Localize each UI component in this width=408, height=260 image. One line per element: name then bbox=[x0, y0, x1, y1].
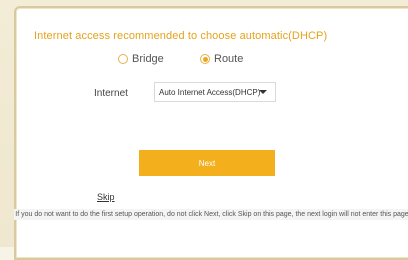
bridge-radio[interactable]: Bridge bbox=[118, 53, 164, 65]
next-button[interactable]: Next bbox=[139, 150, 275, 176]
bridge-radio-circle-icon bbox=[118, 54, 128, 64]
internet-label: Internet bbox=[94, 88, 128, 99]
skip-link[interactable]: Skip bbox=[97, 192, 115, 202]
chevron-down-icon bbox=[259, 90, 267, 94]
route-radio[interactable]: Route bbox=[200, 53, 243, 65]
bridge-radio-label: Bridge bbox=[132, 53, 164, 65]
route-radio-label: Route bbox=[214, 53, 244, 65]
internet-type-value: Auto Internet Access(DHCP) bbox=[159, 87, 261, 97]
skip-note: If you do not want to do the first setup… bbox=[14, 209, 408, 220]
internet-type-select[interactable]: Auto Internet Access(DHCP) bbox=[154, 82, 276, 102]
setup-panel bbox=[14, 6, 408, 260]
route-radio-circle-icon bbox=[200, 54, 210, 64]
page-title: Internet access recommended to choose au… bbox=[34, 30, 328, 42]
